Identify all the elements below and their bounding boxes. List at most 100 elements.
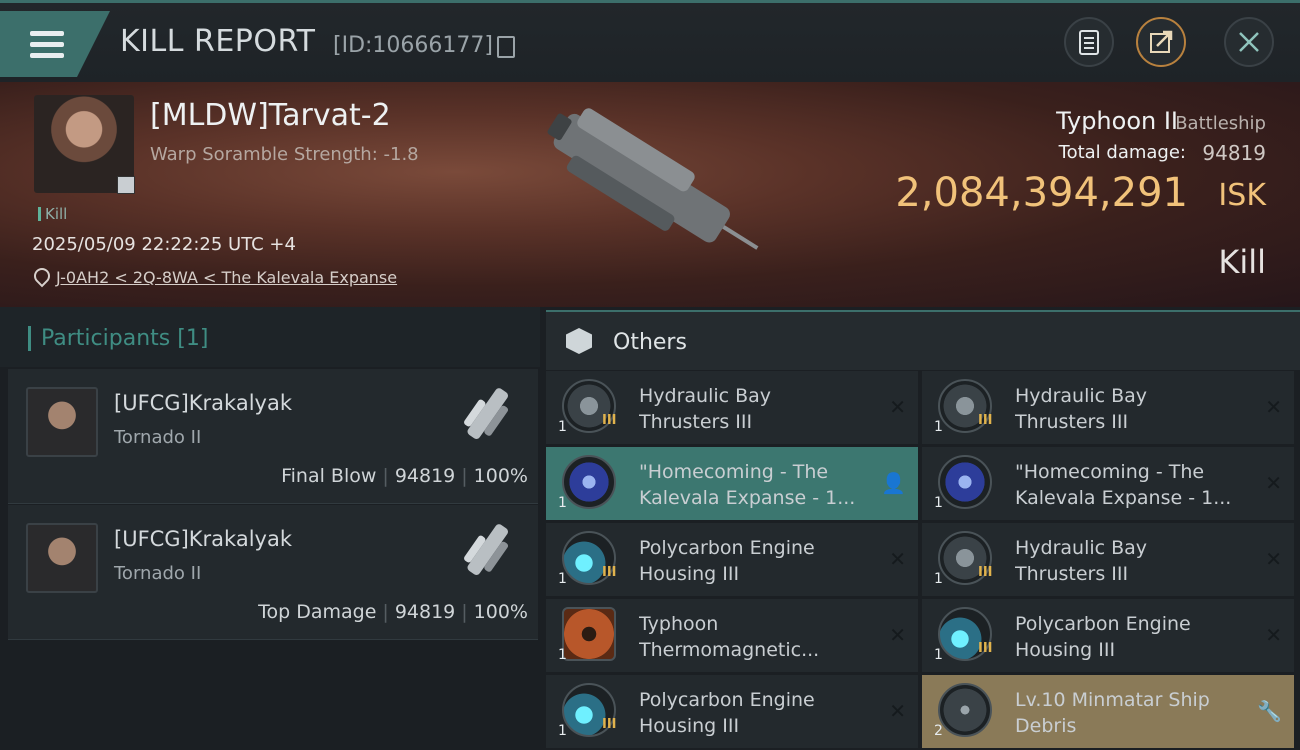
item-quantity: 1 bbox=[558, 571, 567, 587]
participant-role: Final Blow bbox=[281, 465, 377, 487]
item-row[interactable]: 1 III Hydraulic Bay Thrusters III ✕ bbox=[922, 371, 1294, 444]
item-name-line1: "Homecoming - The bbox=[1015, 461, 1205, 483]
participant-damage: 94819 bbox=[394, 601, 456, 623]
participant-avatar[interactable] bbox=[26, 523, 98, 593]
person-icon: 👤 bbox=[881, 471, 906, 495]
participant-stats: Top Damage | 94819 | 100% bbox=[258, 601, 528, 623]
kill-datetime: 2025/05/09 22:22:25 UTC +4 bbox=[32, 234, 296, 255]
participant-ship: Tornado II bbox=[114, 563, 202, 584]
item-tier: III bbox=[978, 413, 993, 428]
destroyed-x-icon: ✕ bbox=[889, 395, 906, 419]
participants-label: Participants bbox=[41, 326, 171, 351]
item-name-line2: Kalevala Expanse - 1... bbox=[639, 487, 856, 509]
item-quantity: 1 bbox=[558, 419, 567, 435]
kill-tag: Kill bbox=[38, 205, 67, 223]
item-name-line1: Hydraulic Bay bbox=[1015, 385, 1148, 407]
item-name-line1: Lv.10 Minmatar Ship bbox=[1015, 689, 1210, 711]
kill-result: Kill bbox=[1218, 243, 1266, 281]
item-name-line2: Thermomagnetic... bbox=[639, 639, 820, 661]
item-row-debris[interactable]: 2 Lv.10 Minmatar Ship Debris 🔧 bbox=[922, 675, 1294, 748]
participant-avatar[interactable] bbox=[26, 387, 98, 457]
item-name: "Homecoming - The Kalevala Expanse - 1... bbox=[1015, 459, 1245, 511]
item-name: Polycarbon Engine Housing III bbox=[639, 535, 869, 587]
participant-stats: Final Blow | 94819 | 100% bbox=[281, 465, 528, 487]
item-name-line1: Hydraulic Bay bbox=[1015, 537, 1148, 559]
item-row-selected[interactable]: 1 "Homecoming - The Kalevala Expanse - 1.… bbox=[546, 447, 918, 520]
participants-title: Participants [1] bbox=[28, 326, 208, 351]
participant-card[interactable]: [UFCG]Krakalyak Tornado II Top Damage | 94… bbox=[8, 505, 538, 640]
destroyed-x-icon: ✕ bbox=[889, 547, 906, 571]
item-row[interactable]: 1 III Polycarbon Engine Housing III ✕ bbox=[546, 523, 918, 596]
ship-name: Typhoon II bbox=[1056, 107, 1178, 135]
menu-button[interactable] bbox=[0, 11, 110, 77]
item-name-line2: Thrusters III bbox=[1015, 411, 1129, 433]
item-quantity: 2 bbox=[934, 723, 943, 739]
item-name-line1: "Homecoming - The bbox=[639, 461, 829, 483]
victim-subtitle: Warp Soramble Strength: -1.8 bbox=[150, 144, 419, 165]
share-icon bbox=[1150, 30, 1173, 53]
item-row[interactable]: 1 III Polycarbon Engine Housing III ✕ bbox=[922, 599, 1294, 672]
report-id: [ID:10666177] bbox=[333, 33, 493, 58]
info-badge-icon[interactable] bbox=[117, 176, 135, 194]
item-name: Hydraulic Bay Thrusters III bbox=[1015, 535, 1245, 587]
item-name: Hydraulic Bay Thrusters III bbox=[1015, 383, 1245, 435]
item-tier: III bbox=[978, 641, 993, 656]
others-title: Others bbox=[613, 330, 687, 355]
destroyed-x-icon: ✕ bbox=[1265, 471, 1282, 495]
item-name: "Homecoming - The Kalevala Expanse - 1... bbox=[639, 459, 869, 511]
item-name-line2: Thrusters III bbox=[639, 411, 753, 433]
item-quantity: 1 bbox=[558, 723, 567, 739]
item-quantity: 1 bbox=[558, 647, 567, 663]
copy-icon[interactable] bbox=[497, 36, 515, 58]
thermomagnetic-module-icon bbox=[562, 607, 616, 661]
kill-marker bbox=[38, 207, 41, 221]
participant-card[interactable]: [UFCG]Krakalyak Tornado II Final Blow | 94… bbox=[8, 369, 538, 504]
item-name: Hydraulic Bay Thrusters III bbox=[639, 383, 869, 435]
item-name: Typhoon Thermomagnetic... bbox=[639, 611, 869, 663]
attacker-ship-image bbox=[464, 524, 509, 575]
ship-debris-icon bbox=[938, 683, 992, 737]
item-tier: III bbox=[602, 565, 617, 580]
participant-role: Top Damage bbox=[258, 601, 377, 623]
item-row[interactable]: 1 III Hydraulic Bay Thrusters III ✕ bbox=[922, 523, 1294, 596]
item-name: Polycarbon Engine Housing III bbox=[1015, 611, 1245, 663]
item-quantity: 1 bbox=[934, 419, 943, 435]
item-quantity: 1 bbox=[934, 647, 943, 663]
participant-percent: 100% bbox=[473, 601, 528, 623]
menu-icon bbox=[30, 31, 64, 36]
participant-percent: 100% bbox=[473, 465, 528, 487]
stat-separator: | bbox=[382, 465, 389, 487]
menu-icon-bar bbox=[30, 42, 64, 47]
item-name: Polycarbon Engine Housing III bbox=[639, 687, 869, 739]
item-name-line1: Typhoon bbox=[639, 613, 719, 635]
close-button[interactable] bbox=[1224, 17, 1274, 67]
item-name-line2: Housing III bbox=[639, 715, 740, 737]
item-name-line1: Polycarbon Engine bbox=[639, 537, 815, 559]
page-title: KILL REPORT bbox=[120, 24, 316, 59]
isk-unit: ISK bbox=[1218, 178, 1266, 213]
kill-tag-label: Kill bbox=[45, 205, 68, 223]
total-damage-value: 94819 bbox=[1202, 141, 1266, 165]
clipboard-button[interactable] bbox=[1064, 17, 1114, 67]
item-name-line1: Polycarbon Engine bbox=[639, 689, 815, 711]
item-name-line2: Thrusters III bbox=[1015, 563, 1129, 585]
item-row[interactable]: 1 "Homecoming - The Kalevala Expanse - 1.… bbox=[922, 447, 1294, 520]
stat-separator: | bbox=[382, 601, 389, 623]
item-tier: III bbox=[602, 717, 617, 732]
destroyed-x-icon: ✕ bbox=[889, 699, 906, 723]
victim-name[interactable]: [MLDW]Tarvat-2 bbox=[150, 98, 391, 133]
share-button[interactable] bbox=[1136, 17, 1186, 67]
item-name: Lv.10 Minmatar Ship Debris bbox=[1015, 687, 1245, 739]
wrench-icon[interactable]: 🔧 bbox=[1257, 699, 1282, 723]
item-name-line2: Housing III bbox=[1015, 639, 1116, 661]
item-name-line2: Kalevala Expanse - 1... bbox=[1015, 487, 1232, 509]
item-row[interactable]: 1 III Polycarbon Engine Housing III ✕ bbox=[546, 675, 918, 748]
item-row[interactable]: 1 III Hydraulic Bay Thrusters III ✕ bbox=[546, 371, 918, 444]
item-row[interactable]: 1 Typhoon Thermomagnetic... ✕ bbox=[546, 599, 918, 672]
destroyed-x-icon: ✕ bbox=[889, 623, 906, 647]
item-name-line1: Hydraulic Bay bbox=[639, 385, 772, 407]
medal-icon bbox=[938, 455, 992, 509]
ship-class: Battleship bbox=[1175, 113, 1266, 134]
participant-ship: Tornado II bbox=[114, 427, 202, 448]
location-link[interactable]: J-0AH2 < 2Q-8WA < The Kalevala Expanse bbox=[56, 268, 397, 287]
